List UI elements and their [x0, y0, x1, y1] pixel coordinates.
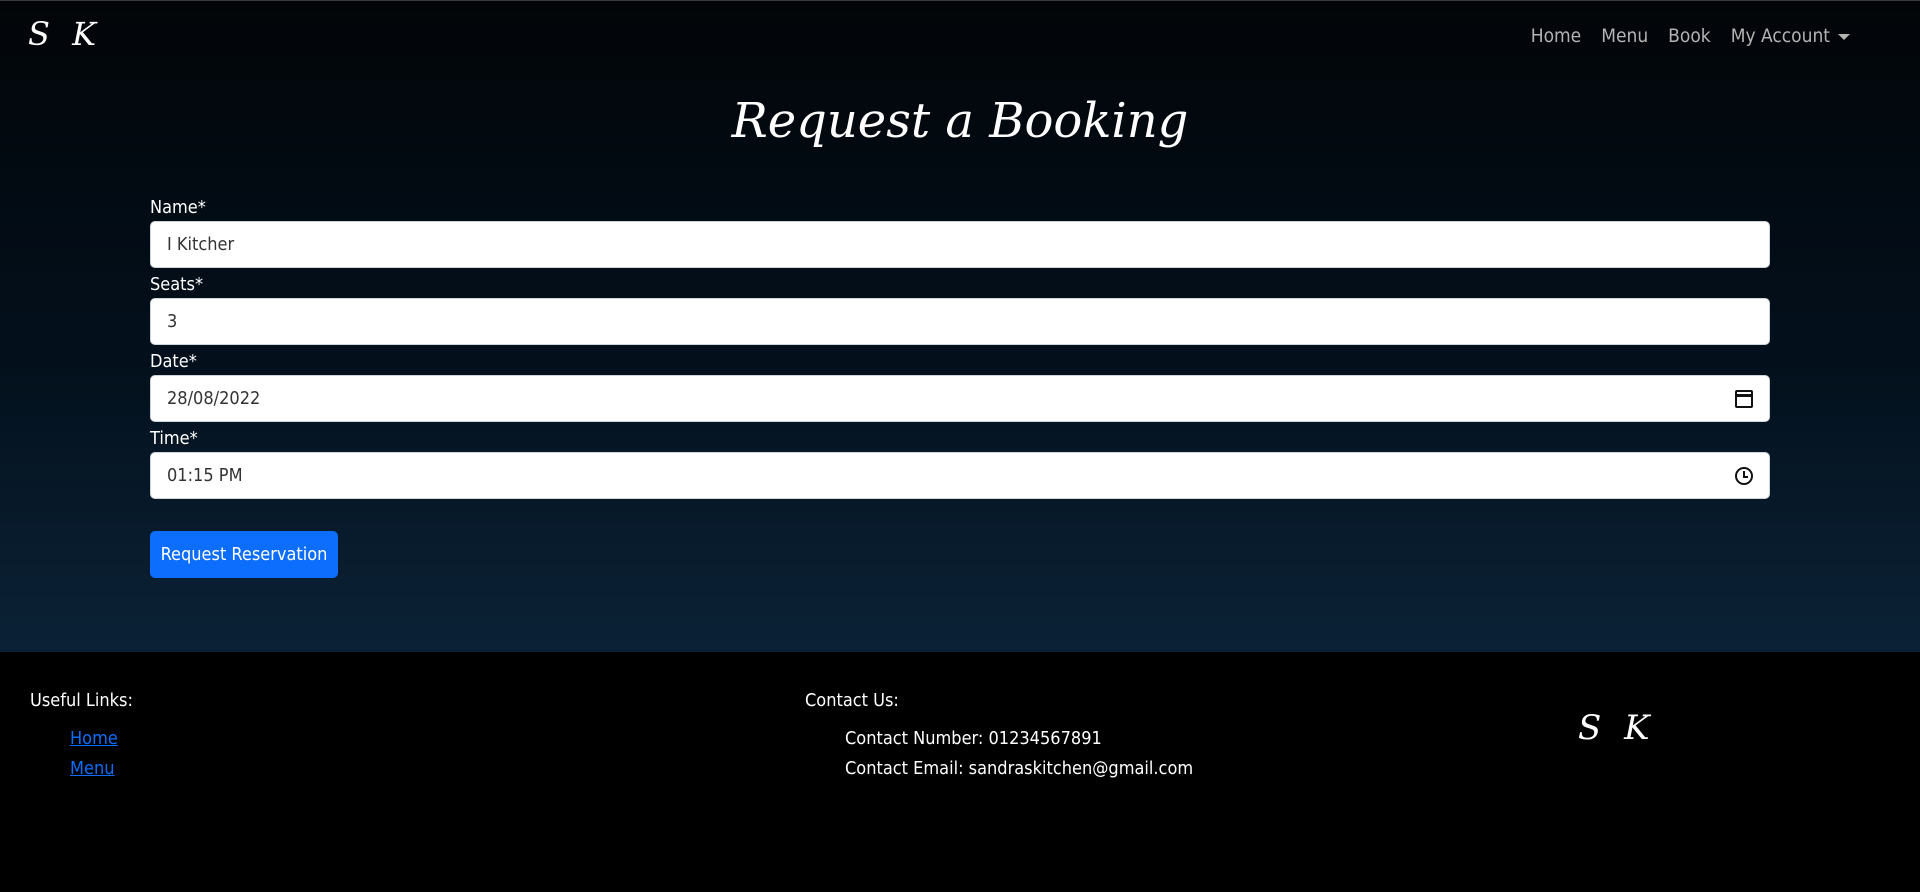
contact-section: Contact Us: Contact Number: 01234567891 …: [805, 688, 1193, 784]
time-input[interactable]: 01:15 PM: [150, 452, 1770, 499]
nav-my-account-dropdown[interactable]: My Account: [1731, 25, 1850, 47]
date-input[interactable]: 28/08/2022: [150, 375, 1770, 422]
navbar: Home Menu Book My Account: [1531, 25, 1850, 47]
useful-links-heading: Useful Links:: [30, 690, 133, 711]
contact-heading: Contact Us:: [805, 690, 899, 711]
contact-email: Contact Email: sandraskitchen@gmail.com: [845, 758, 1194, 779]
seats-label: Seats*: [150, 274, 204, 295]
date-label: Date*: [150, 351, 197, 372]
brand-logo[interactable]: S K: [28, 15, 102, 53]
nav-book[interactable]: Book: [1668, 25, 1711, 47]
name-label: Name*: [150, 197, 206, 218]
clock-icon[interactable]: [1735, 466, 1753, 485]
nav-menu[interactable]: Menu: [1601, 25, 1648, 47]
seats-value: 3: [167, 311, 178, 332]
name-value: I Kitcher: [167, 234, 235, 255]
seats-input[interactable]: 3: [150, 298, 1770, 345]
footer-brand-logo: S K: [1578, 708, 1656, 748]
date-value: 28/08/2022: [167, 388, 261, 409]
page-title: Request a Booking: [731, 93, 1189, 149]
footer-link-menu-item: Menu: [30, 754, 133, 784]
useful-links-section: Useful Links: Home Menu: [30, 688, 133, 784]
footer-link-home-item: Home: [30, 724, 133, 754]
contact-number: Contact Number: 01234567891: [845, 728, 1102, 749]
time-label: Time*: [150, 428, 198, 449]
request-reservation-button[interactable]: Request Reservation: [150, 531, 338, 578]
nav-my-account-label: My Account: [1730, 25, 1830, 47]
name-input[interactable]: I Kitcher: [150, 221, 1770, 268]
calendar-icon[interactable]: [1735, 389, 1753, 408]
chevron-down-icon: [1838, 33, 1850, 40]
footer-link-home[interactable]: Home: [70, 728, 118, 749]
main-section: S K Home Menu Book My Account Request a …: [0, 0, 1920, 652]
footer: Useful Links: Home Menu Contact Us: Cont…: [0, 652, 1920, 892]
footer-link-menu[interactable]: Menu: [70, 758, 114, 779]
nav-home[interactable]: Home: [1531, 25, 1582, 47]
time-value: 01:15 PM: [167, 465, 243, 486]
booking-form: Name* I Kitcher Seats* 3 Date* 28/08/202…: [150, 195, 1770, 578]
